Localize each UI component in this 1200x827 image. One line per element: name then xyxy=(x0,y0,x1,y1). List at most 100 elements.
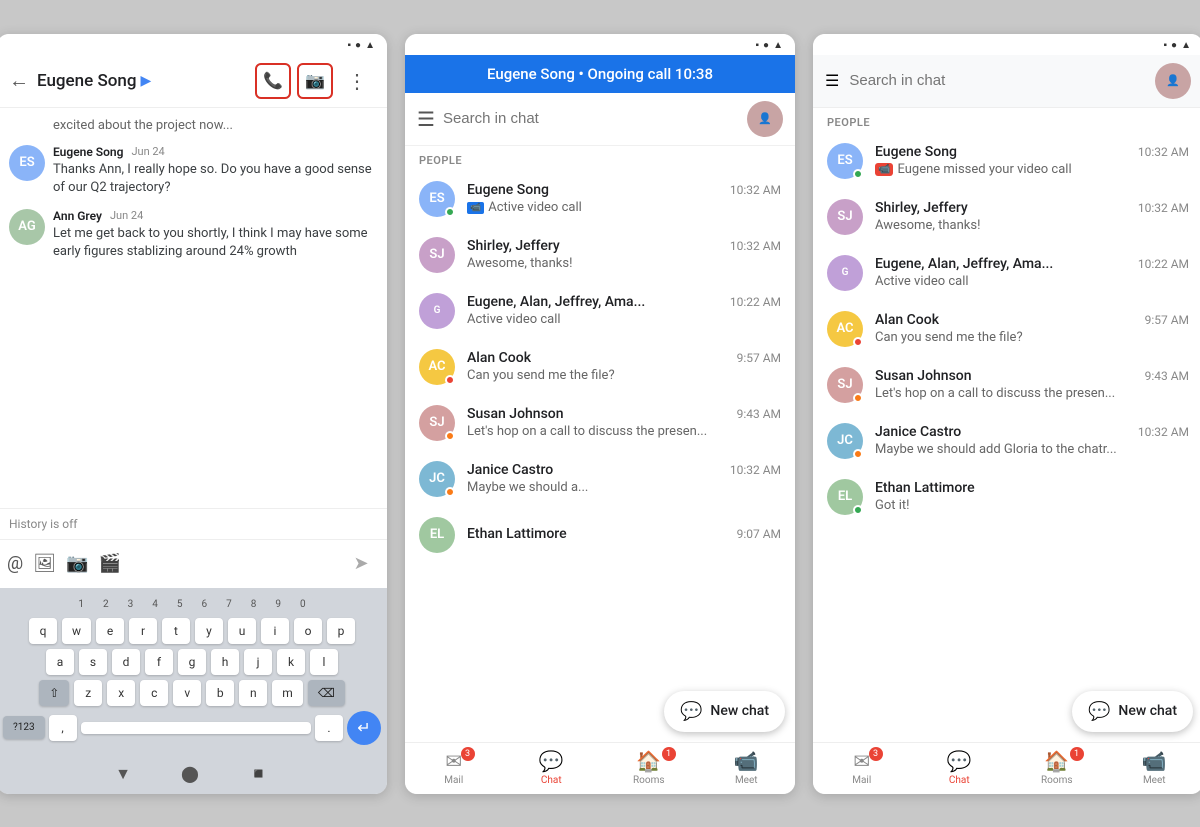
key-g[interactable]: g xyxy=(178,649,206,675)
key-shift[interactable]: ⇧ xyxy=(39,680,69,706)
key-2[interactable]: 2 xyxy=(96,596,116,613)
chat-time-janice-3: 10:32 AM xyxy=(1138,425,1189,439)
nav-tab-rooms-2[interactable]: 1 🏠 Rooms xyxy=(600,749,698,786)
key-f[interactable]: f xyxy=(145,649,173,675)
key-w[interactable]: w xyxy=(62,618,91,644)
key-c[interactable]: c xyxy=(140,680,168,706)
key-t[interactable]: t xyxy=(162,618,190,644)
key-enter[interactable]: ↵ xyxy=(347,711,381,745)
chat-item-janice[interactable]: JC Janice Castro 10:32 AM Maybe we shoul… xyxy=(405,451,795,507)
partial-message: excited about the project now... xyxy=(9,118,375,133)
key-e[interactable]: e xyxy=(96,618,124,644)
new-chat-button-2[interactable]: 💬 New chat xyxy=(664,691,785,732)
key-u[interactable]: u xyxy=(228,618,256,644)
chat-msg-group-3: Active video call xyxy=(875,274,1189,289)
chat-item-group-3[interactable]: G Eugene, Alan, Jeffrey, Ama... 10:22 AM… xyxy=(813,245,1200,301)
key-k[interactable]: k xyxy=(277,649,305,675)
chat-item-ethan[interactable]: EL Ethan Lattimore 9:07 AM xyxy=(405,507,795,563)
more-options-button[interactable]: ⋮ xyxy=(339,63,375,99)
key-d[interactable]: d xyxy=(112,649,140,675)
chat-item-susan-3[interactable]: SJ Susan Johnson 9:43 AM Let's hop on a … xyxy=(813,357,1200,413)
key-3[interactable]: 3 xyxy=(121,596,141,613)
chat-item-ethan-3[interactable]: EL Ethan Lattimore Got it! xyxy=(813,469,1200,525)
new-chat-button-3[interactable]: 💬 New chat xyxy=(1072,691,1193,732)
chat-info-janice: Janice Castro 10:32 AM Maybe we should a… xyxy=(467,462,781,495)
chat-item-shirley[interactable]: SJ Shirley, Jeffery 10:32 AM Awesome, th… xyxy=(405,227,795,283)
key-1[interactable]: 1 xyxy=(71,596,91,613)
mention-icon[interactable]: @ xyxy=(7,553,23,574)
nav-tab-chat-3[interactable]: 💬 Chat xyxy=(911,749,1009,786)
search-input-3[interactable] xyxy=(849,72,1145,89)
user-avatar-3[interactable]: 👤 xyxy=(1155,63,1191,99)
chat-item-alan[interactable]: AC Alan Cook 9:57 AM Can you send me the… xyxy=(405,339,795,395)
key-7[interactable]: 7 xyxy=(219,596,239,613)
key-comma[interactable]: , xyxy=(49,715,77,741)
chat-item-susan[interactable]: SJ Susan Johnson 9:43 AM Let's hop on a … xyxy=(405,395,795,451)
key-o[interactable]: o xyxy=(294,618,322,644)
key-q[interactable]: q xyxy=(29,618,57,644)
key-z[interactable]: z xyxy=(74,680,102,706)
key-numbers[interactable]: ?123 xyxy=(3,716,45,739)
chat-item-alan-3[interactable]: AC Alan Cook 9:57 AM Can you send me the… xyxy=(813,301,1200,357)
chat-item-eugene-3[interactable]: ES Eugene Song 10:32 AM 📹 Eugene missed … xyxy=(813,133,1200,189)
nav-recent-icon[interactable]: ◾ xyxy=(249,764,269,783)
key-r[interactable]: r xyxy=(129,618,157,644)
key-b[interactable]: b xyxy=(206,680,234,706)
key-i[interactable]: i xyxy=(261,618,289,644)
key-j[interactable]: j xyxy=(244,649,272,675)
key-y[interactable]: y xyxy=(195,618,223,644)
avatar-wrap-ethan-3: EL xyxy=(827,479,863,515)
chat-item-janice-3[interactable]: JC Janice Castro 10:32 AM Maybe we shoul… xyxy=(813,413,1200,469)
chat-item-group[interactable]: G Eugene, Alan, Jeffrey, Ama... 10:22 AM… xyxy=(405,283,795,339)
chat-title: Eugene Song ▶ xyxy=(37,71,247,91)
text-eugene: Thanks Ann, I really hope so. Do you hav… xyxy=(53,161,375,197)
send-button[interactable]: ➤ xyxy=(345,548,377,580)
key-s[interactable]: s xyxy=(79,649,107,675)
key-v[interactable]: v xyxy=(173,680,201,706)
nav-down-icon[interactable]: ▼ xyxy=(115,764,131,784)
chat-name-alan-3: Alan Cook xyxy=(875,312,939,328)
key-space[interactable] xyxy=(81,722,311,734)
avatar-eugene: ES xyxy=(9,145,45,181)
message-meta-eugene: Eugene Song Jun 24 xyxy=(53,145,375,159)
key-m[interactable]: m xyxy=(272,680,303,706)
active-call-banner[interactable]: Eugene Song • Ongoing call 10:38 xyxy=(405,55,795,93)
camera-icon[interactable]: 📷 xyxy=(66,553,88,574)
hamburger-icon-3[interactable]: ☰ xyxy=(825,71,839,90)
chat-header: ← Eugene Song ▶ 📞 📷 ⋮ xyxy=(0,55,387,108)
nav-tab-meet-3[interactable]: 📹 Meet xyxy=(1106,749,1200,786)
key-p[interactable]: p xyxy=(327,618,355,644)
key-4[interactable]: 4 xyxy=(145,596,165,613)
nav-tab-chat-2[interactable]: 💬 Chat xyxy=(503,749,601,786)
video-call-button[interactable]: 📷 xyxy=(297,63,333,99)
key-6[interactable]: 6 xyxy=(195,596,215,613)
key-period[interactable]: . xyxy=(315,715,343,741)
nav-tab-meet-2[interactable]: 📹 Meet xyxy=(698,749,796,786)
gif-icon[interactable]: 🎬 xyxy=(98,553,120,574)
key-9[interactable]: 9 xyxy=(268,596,288,613)
image-icon[interactable]: 🖼 xyxy=(33,553,56,574)
nav-tab-mail-2[interactable]: 3 ✉ Mail xyxy=(405,749,503,786)
key-5[interactable]: 5 xyxy=(170,596,190,613)
search-input-2[interactable] xyxy=(443,110,739,127)
phone-call-button[interactable]: 📞 xyxy=(255,63,291,99)
chat-info-ethan: Ethan Lattimore 9:07 AM xyxy=(467,526,781,544)
key-0[interactable]: 0 xyxy=(293,596,313,613)
key-h[interactable]: h xyxy=(211,649,239,675)
new-chat-label-2: New chat xyxy=(710,703,769,719)
avatar-wrap-shirley-3: SJ xyxy=(827,199,863,235)
hamburger-icon-2[interactable]: ☰ xyxy=(417,107,435,131)
nav-tab-mail-3[interactable]: 3 ✉ Mail xyxy=(813,749,911,786)
key-n[interactable]: n xyxy=(239,680,267,706)
key-x[interactable]: x xyxy=(107,680,135,706)
back-button[interactable]: ← xyxy=(9,68,29,93)
chat-item-shirley-3[interactable]: SJ Shirley, Jeffery 10:32 AM Awesome, th… xyxy=(813,189,1200,245)
key-l[interactable]: l xyxy=(310,649,338,675)
key-a[interactable]: a xyxy=(46,649,74,675)
key-delete[interactable]: ⌫ xyxy=(308,680,345,706)
key-8[interactable]: 8 xyxy=(244,596,264,613)
chat-item-eugene[interactable]: ES Eugene Song 10:32 AM 📹 Active video c… xyxy=(405,171,795,227)
user-avatar-2[interactable]: 👤 xyxy=(747,101,783,137)
nav-tab-rooms-3[interactable]: 1 🏠 Rooms xyxy=(1008,749,1106,786)
nav-home-icon[interactable]: ⬤ xyxy=(181,764,199,783)
